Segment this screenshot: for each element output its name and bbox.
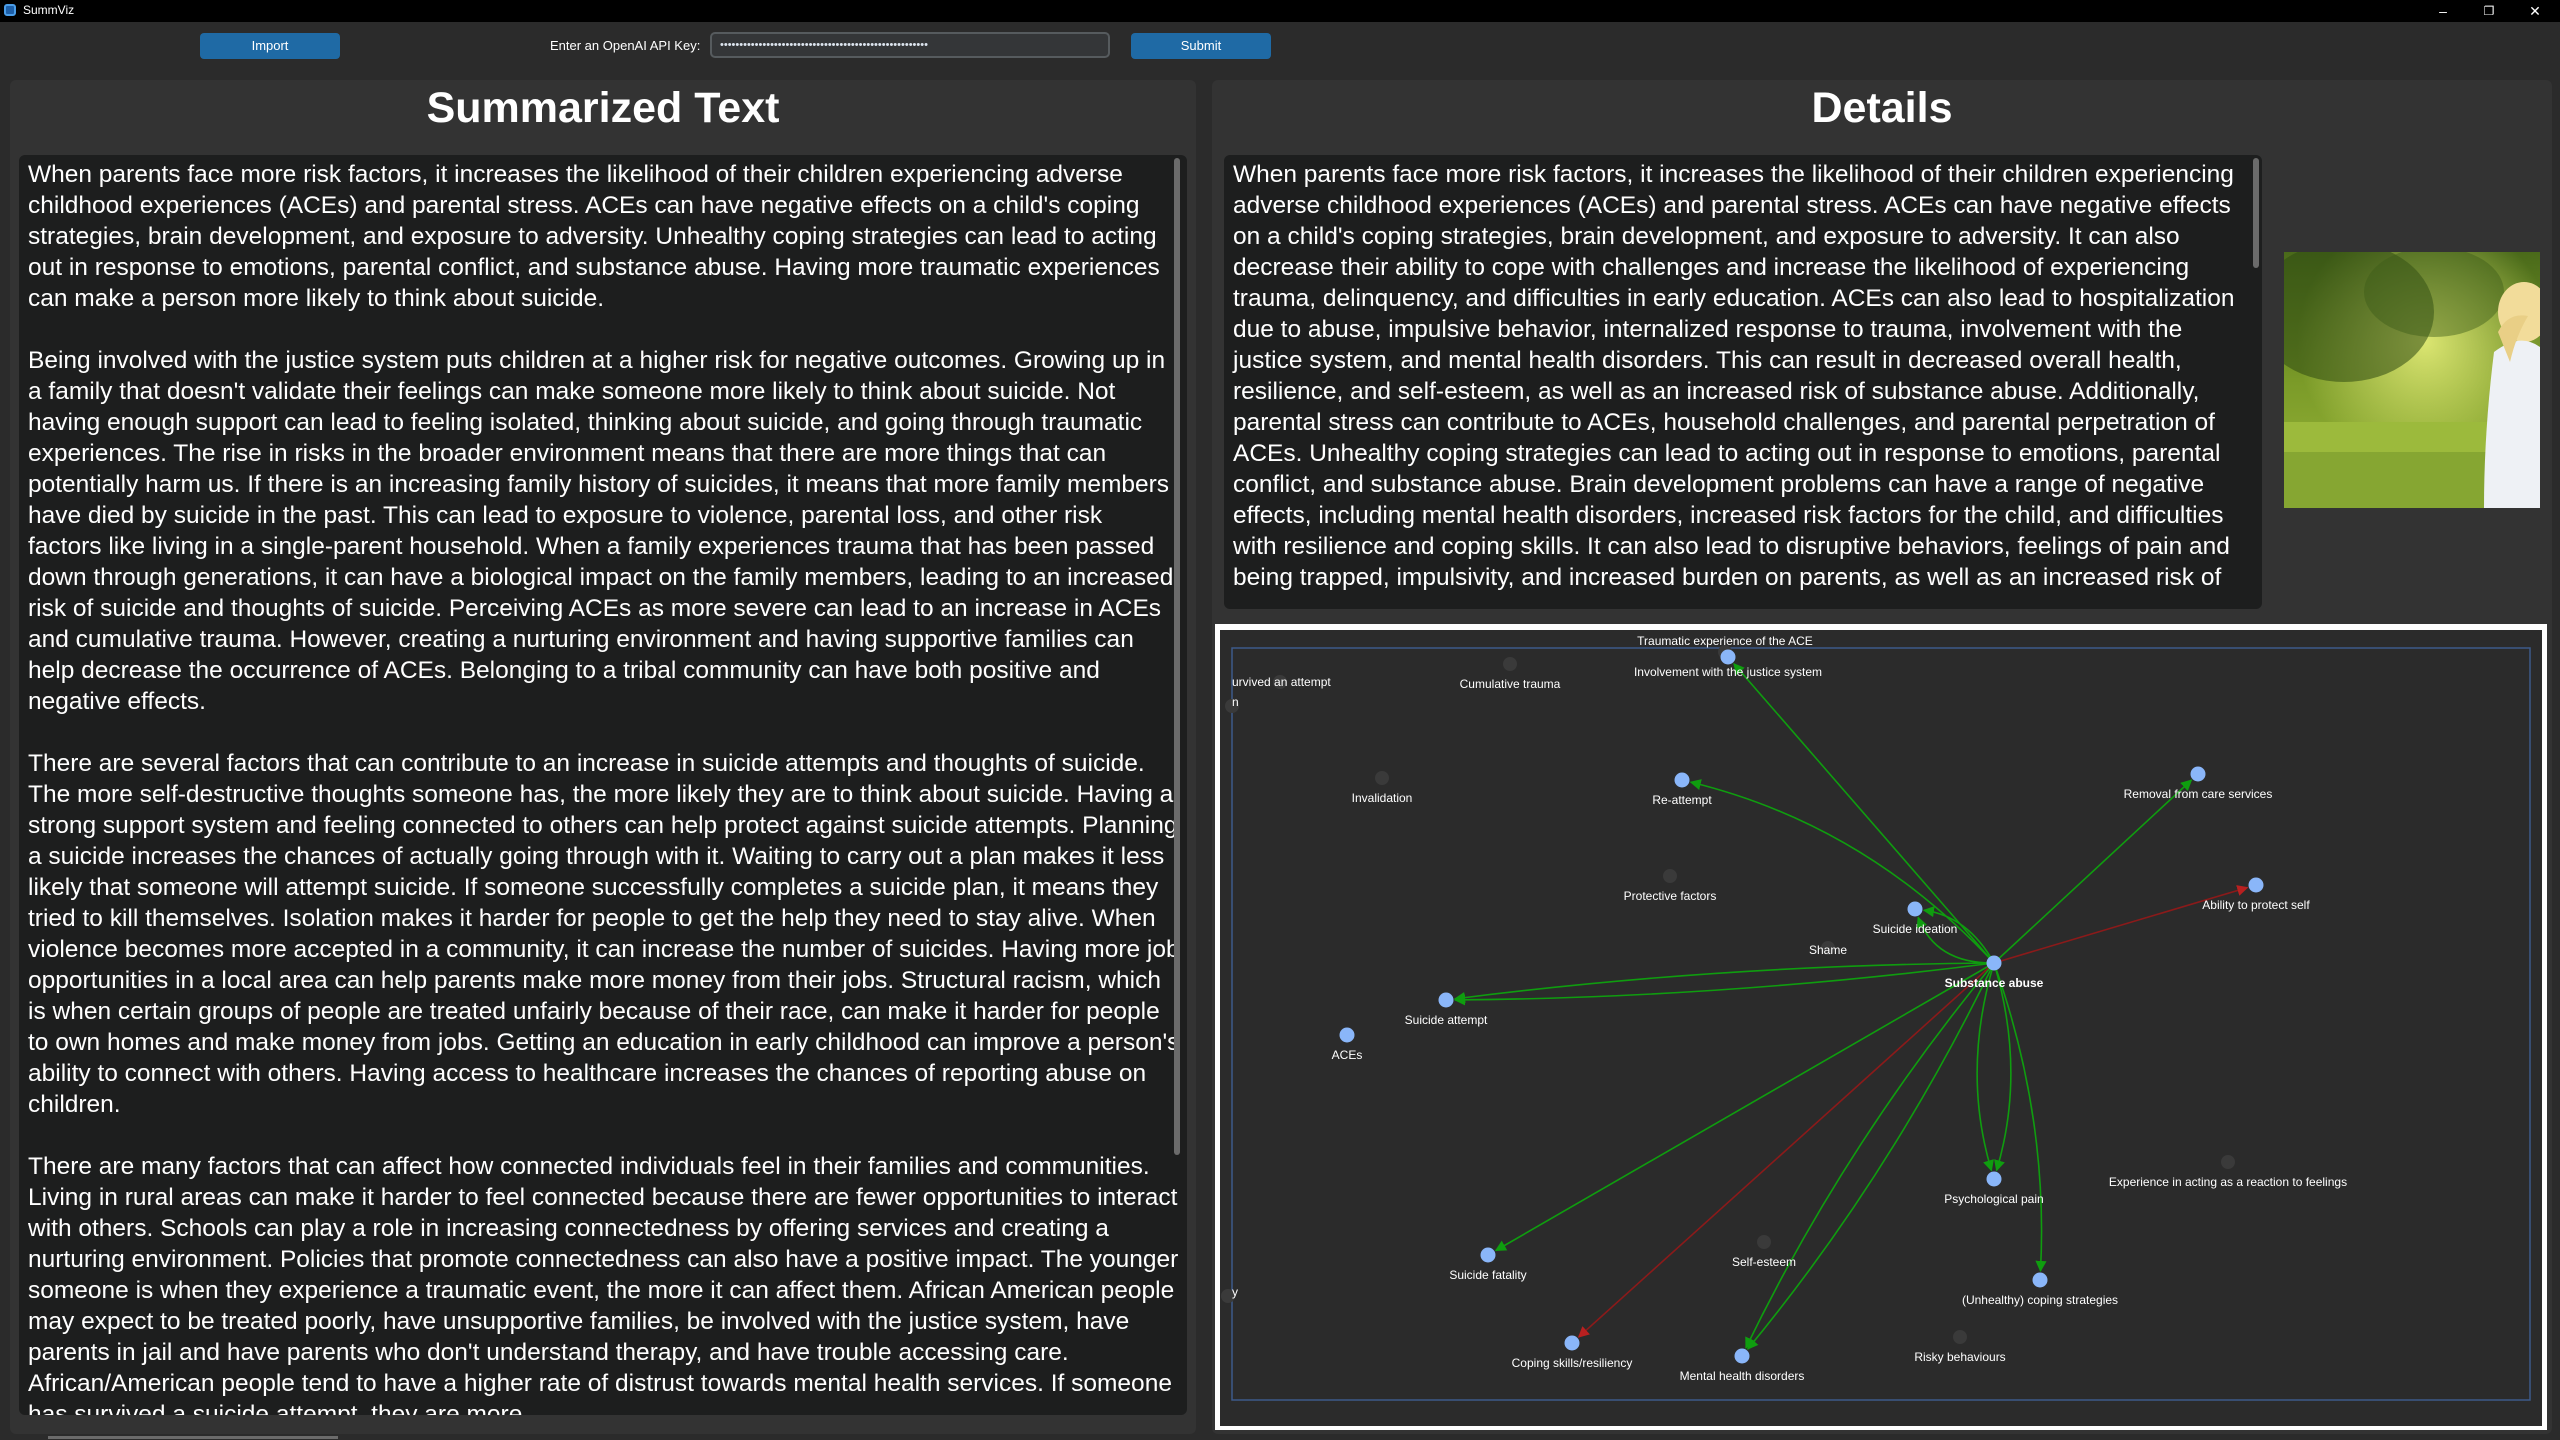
graph-node-label: Ability to protect self [2202,898,2310,912]
summary-paragraph: There are many factors that can affect h… [28,1153,1179,1415]
graph-node-label: Psychological pain [1944,1192,2043,1206]
summary-paragraph: When parents face more risk factors, it … [28,161,1160,312]
restore-icon[interactable]: ❐ [2466,0,2512,22]
graph-node-label: ACEs [1332,1048,1363,1062]
graph-node-dot[interactable] [1339,1027,1355,1043]
window-title: SummViz [23,3,75,17]
submit-button[interactable]: Submit [1131,33,1271,59]
graph-node-label: Experience in acting as a reaction to fe… [2109,1175,2347,1189]
api-key-input[interactable]: ••••••••••••••••••••••••••••••••••••••••… [710,32,1110,58]
graph-node-dot[interactable] [1438,992,1454,1008]
app-icon [4,4,16,16]
graph-node-label: Shame [1809,943,1847,957]
api-key-label: Enter an OpenAI API Key: [550,38,701,53]
summary-paragraph: There are several factors that can contr… [28,750,1180,1118]
graph-node-dot[interactable] [2221,1155,2235,1169]
summary-textbox[interactable]: When parents face more risk factors, it … [19,155,1187,1415]
import-button[interactable]: Import [200,33,340,59]
graph-node-label: n [1232,695,1239,709]
graph-node-dot[interactable] [1953,1330,1967,1344]
details-title: Details [1811,84,1953,132]
graph-node-dot[interactable] [1757,1235,1771,1249]
graph-node-dot[interactable] [2032,1272,2048,1288]
graph-node-label: Re-attempt [1652,793,1712,807]
summary-scrollbar[interactable] [1174,158,1180,1155]
summary-title: Summarized Text [426,84,780,132]
title-bar: SummViz – ❐ ✕ [0,0,2560,22]
summary-paragraph: Being involved with the justice system p… [28,347,1174,715]
graph-node-label: Suicide fatality [1449,1268,1526,1282]
graph-node-label: Protective factors [1624,889,1717,903]
graph-node-label: Traumatic experience of the ACE [1637,634,1813,648]
graph-node-dot[interactable] [1480,1247,1496,1263]
graph-node-label: Coping skills/resiliency [1512,1356,1633,1370]
graph-node-dot[interactable] [1986,955,2002,971]
graph-node-dot[interactable] [1663,869,1677,883]
graph-node-dot[interactable] [1503,657,1517,671]
detail-photo [2284,252,2540,508]
close-icon[interactable]: ✕ [2512,0,2558,22]
graph-node[interactable]: Shame [1809,941,1847,957]
graph-node-dot[interactable] [1907,901,1923,917]
horizontal-scrollbar[interactable] [48,1436,338,1439]
graph-node-label: Substance abuse [1945,976,2044,990]
graph-node-label: urvived an attempt [1232,675,1331,689]
graph-node-dot[interactable] [1674,772,1690,788]
graph-node-label: (Unhealthy) coping strategies [1962,1293,2118,1307]
details-text: When parents face more risk factors, it … [1233,161,2235,591]
details-textbox[interactable]: When parents face more risk factors, it … [1224,155,2262,609]
graph-node-label: Suicide attempt [1405,1013,1488,1027]
graph-node-dot[interactable] [1375,771,1389,785]
graph-node-label: Cumulative trauma [1460,677,1561,691]
graph-node-dot[interactable] [2190,766,2206,782]
graph-node-dot[interactable] [1720,649,1736,665]
graph-node-label: Involvement with the justice system [1634,665,1822,679]
graph-node-label: Mental health disorders [1680,1369,1805,1383]
graph-node-label: Risky behaviours [1914,1350,2005,1364]
concept-graph[interactable]: Traumatic experience of the ACE Involveme… [1220,630,2542,1426]
graph-node-dot[interactable] [1986,1171,2002,1187]
graph-node-label: Invalidation [1352,791,1413,805]
graph-node-dot[interactable] [1564,1335,1580,1351]
graph-node-label: Suicide ideation [1873,922,1958,936]
graph-node[interactable]: urvived an attempt [1232,675,1331,689]
graph-node-dot[interactable] [2248,877,2264,893]
graph-node-label: Removal from care services [2124,787,2273,801]
minimize-icon[interactable]: – [2420,0,2466,22]
graph-node-label: Self-esteem [1732,1255,1796,1269]
graph-node-label: y [1232,1285,1238,1299]
details-scrollbar[interactable] [2253,158,2259,268]
graph-node-dot[interactable] [1734,1348,1750,1364]
